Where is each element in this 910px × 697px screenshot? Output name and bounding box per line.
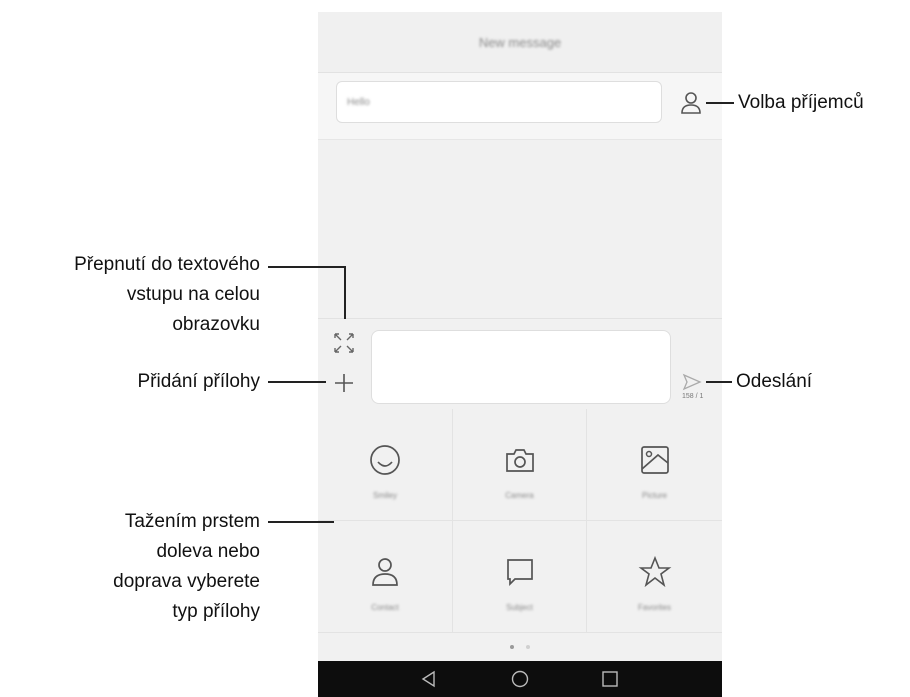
leader-line	[706, 102, 734, 104]
leader-line	[268, 381, 326, 383]
recipient-area: Hello	[318, 73, 722, 140]
message-thread-area	[318, 140, 722, 318]
attachment-label: Favorites	[638, 603, 671, 612]
picture-icon	[640, 446, 669, 474]
character-counter: 158 / 1	[682, 393, 704, 400]
page-dot	[526, 645, 530, 649]
attachment-camera[interactable]: Camera	[453, 409, 587, 521]
navigation-bar	[318, 661, 722, 697]
compose-bar: 158 / 1	[318, 318, 722, 409]
page-indicator	[318, 633, 722, 661]
callout-attach: Přidání přílohy	[137, 371, 260, 392]
recents-icon[interactable]	[601, 670, 619, 688]
phone-screen: New message Hello 158 / 1 Smiley Camera …	[318, 12, 722, 697]
attachment-smiley[interactable]: Smiley	[318, 409, 453, 521]
leader-line	[268, 521, 334, 523]
recipient-placeholder: Hello	[347, 96, 370, 108]
leader-line	[268, 266, 345, 268]
home-icon[interactable]	[511, 670, 529, 688]
callout-swipe-4: typ přílohy	[172, 601, 260, 622]
leader-line	[344, 266, 346, 319]
attachment-favorites[interactable]: Favorites	[587, 521, 722, 633]
attachment-contact[interactable]: Contact	[318, 521, 453, 633]
smiley-icon	[370, 445, 400, 475]
attachment-label: Subject	[506, 603, 533, 612]
camera-icon	[505, 449, 534, 472]
contact-picker-icon[interactable]	[678, 90, 704, 116]
attachment-grid: Smiley Camera Picture Contact Subject Fa…	[318, 409, 722, 633]
attachment-label: Contact	[371, 603, 399, 612]
attachment-label: Smiley	[372, 491, 397, 500]
screen-title: New message	[478, 34, 562, 50]
attachment-label: Camera	[505, 491, 534, 500]
callout-swipe-1: Tažením prstem	[124, 511, 260, 532]
callout-send: Odeslání	[736, 371, 813, 392]
page-dot-active	[510, 645, 514, 649]
callout-recipients: Volba příjemců	[738, 92, 864, 113]
leader-line	[706, 381, 732, 383]
fullscreen-expand-icon[interactable]	[332, 331, 356, 355]
contact-icon	[372, 558, 398, 586]
callout-fullscreen-2: vstupu na celou	[126, 284, 260, 305]
message-input[interactable]	[371, 330, 671, 404]
attachment-subject[interactable]: Subject	[453, 521, 587, 633]
attachment-picture[interactable]: Picture	[587, 409, 722, 521]
subject-icon	[506, 559, 533, 587]
attachment-label: Picture	[642, 491, 667, 500]
add-attachment-icon[interactable]	[332, 371, 356, 395]
back-icon[interactable]	[420, 670, 438, 688]
recipient-input[interactable]: Hello	[336, 81, 662, 123]
star-icon	[638, 555, 671, 588]
callout-swipe-2: doleva nebo	[156, 541, 260, 562]
send-icon[interactable]	[682, 373, 702, 391]
callout-fullscreen-3: obrazovku	[172, 314, 260, 335]
callout-fullscreen-1: Přepnutí do textového	[74, 254, 260, 275]
callout-swipe-3: doprava vyberete	[113, 571, 260, 592]
title-bar: New message	[318, 12, 722, 73]
